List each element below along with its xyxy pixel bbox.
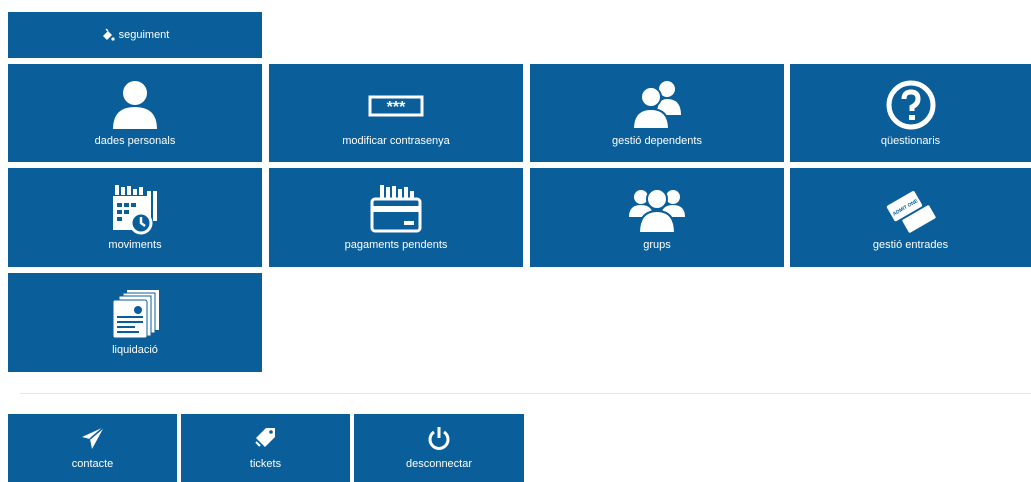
tickets-icon: ADMIT ONE <box>886 191 937 234</box>
password-field-icon: *** <box>368 95 424 116</box>
seguiment-label: seguiment <box>118 28 170 41</box>
power-icon <box>428 427 450 450</box>
pagaments-pendents-label: pagaments pendents <box>344 239 448 251</box>
gestio-dependents-button[interactable]: gestió dependents <box>530 64 784 162</box>
dades-personals-button[interactable]: dades personals <box>8 64 262 162</box>
desconnectar-label: desconnectar <box>405 458 473 470</box>
questionaris-button[interactable]: qüestionaris <box>790 64 1031 162</box>
password-mask-text: *** <box>387 99 406 116</box>
paint-bucket-icon <box>102 28 115 41</box>
desconnectar-button[interactable]: desconnectar <box>354 414 524 482</box>
grups-button[interactable]: grups <box>530 168 784 267</box>
gestio-dependents-label: gestió dependents <box>612 134 702 147</box>
credit-card-icon <box>370 185 422 233</box>
contacte-button[interactable]: contacte <box>8 414 177 482</box>
documents-euro-icon <box>112 290 159 339</box>
questionaris-label: qüestionaris <box>880 134 941 147</box>
dades-personals-label: dades personals <box>94 134 176 147</box>
contacte-label: contacte <box>71 458 114 470</box>
tickets-label: tickets <box>249 458 282 470</box>
tags-icon <box>254 428 275 447</box>
moviments-button[interactable]: moviments <box>8 168 262 267</box>
section-divider <box>20 393 1031 394</box>
tickets-button[interactable]: tickets <box>181 414 350 482</box>
moviments-label: moviments <box>108 239 162 251</box>
seguiment-button[interactable]: seguiment <box>8 12 262 58</box>
users-icon <box>631 80 681 130</box>
calendar-clock-icon <box>113 185 157 235</box>
liquidacio-label: liquidació <box>112 344 158 356</box>
modificar-contrasenya-label: modificar contrasenya <box>342 134 450 147</box>
liquidacio-button[interactable]: liquidació <box>8 273 262 372</box>
user-icon <box>113 80 157 129</box>
gestio-entrades-label: gestió entrades <box>872 239 949 251</box>
paper-plane-icon <box>81 426 104 449</box>
group-icon <box>629 188 685 234</box>
question-circle-icon <box>886 80 935 129</box>
grups-label: grups <box>643 239 671 251</box>
gestio-entrades-button[interactable]: ADMIT ONE gestió entrades <box>790 168 1031 267</box>
modificar-contrasenya-button[interactable]: *** modificar contrasenya <box>269 64 523 162</box>
pagaments-pendents-button[interactable]: pagaments pendents <box>269 168 523 267</box>
